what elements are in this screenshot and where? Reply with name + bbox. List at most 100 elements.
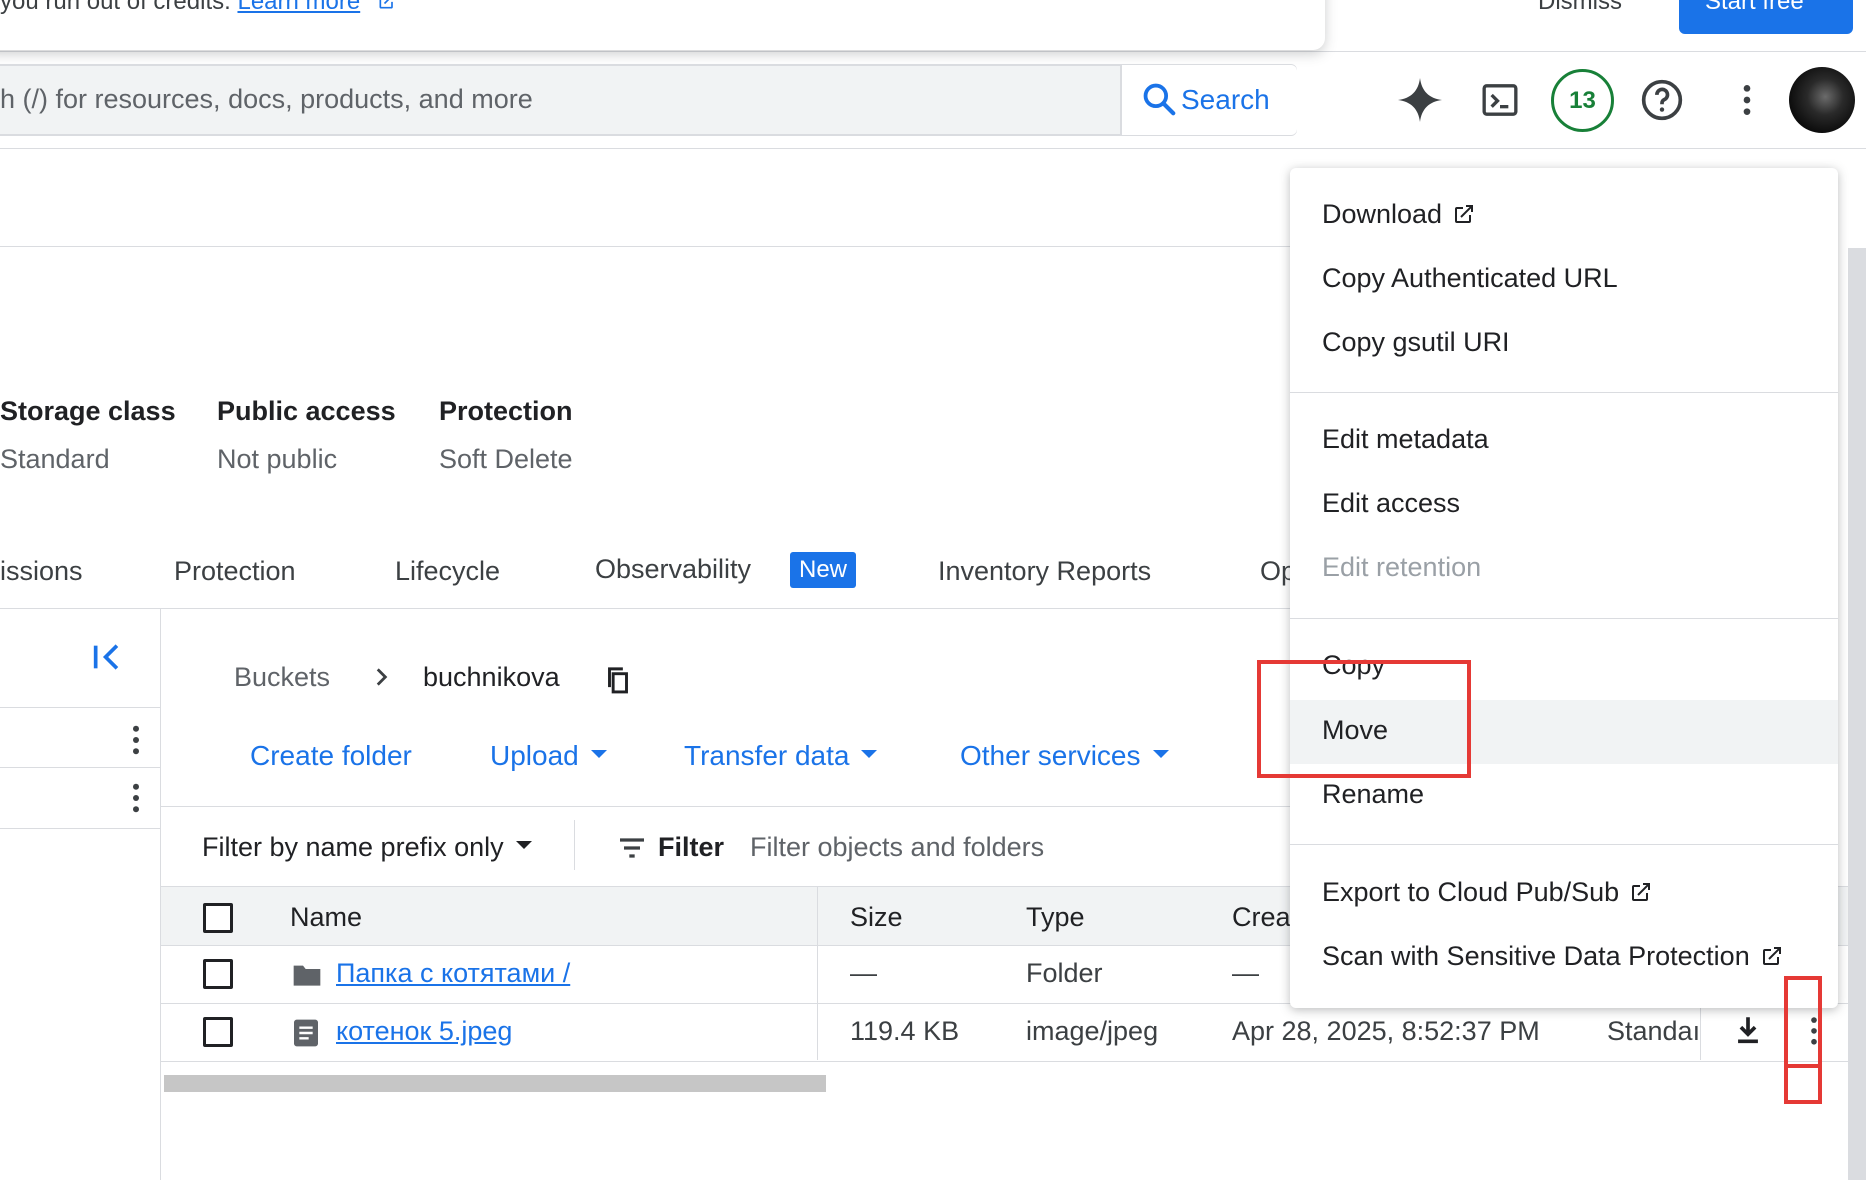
filter-row-divider xyxy=(161,806,1301,807)
create-folder-button[interactable]: Create folder xyxy=(250,740,412,772)
public-access-value: Not public xyxy=(217,444,338,474)
tab-permissions[interactable]: issions xyxy=(0,556,83,587)
header-divider xyxy=(0,148,1866,149)
transfer-label: Transfer data xyxy=(684,740,850,771)
upload-label: Upload xyxy=(490,740,579,771)
menu-item-scan-sdp[interactable]: Scan with Sensitive Data Protection xyxy=(1322,941,1784,972)
horizontal-scrollbar[interactable] xyxy=(164,1075,826,1092)
left-row-divider xyxy=(0,767,160,768)
annotation-box-divider xyxy=(1784,1064,1822,1068)
menu-item-edit-access[interactable]: Edit access xyxy=(1322,488,1460,519)
more-vert-icon[interactable] xyxy=(121,780,151,816)
upload-button[interactable]: Upload xyxy=(490,740,607,772)
open-in-new-icon xyxy=(1632,882,1651,901)
menu-divider xyxy=(1290,392,1838,393)
row-created: — xyxy=(1232,958,1259,988)
tab-inventory-reports[interactable]: Inventory Reports xyxy=(938,556,1151,587)
folder-icon xyxy=(293,965,321,986)
row-checkbox[interactable] xyxy=(203,959,233,989)
column-name-header[interactable]: Name xyxy=(290,902,362,933)
dismiss-button[interactable]: Dismiss xyxy=(1538,0,1622,16)
public-access-label: Public access xyxy=(217,396,396,426)
tab-lifecycle[interactable]: Lifecycle xyxy=(395,556,500,587)
transfer-data-button[interactable]: Transfer data xyxy=(684,740,878,772)
protection-value: Soft Delete xyxy=(439,444,573,474)
tab-protection[interactable]: Protection xyxy=(174,556,296,587)
page-scrollbar[interactable] xyxy=(1848,248,1866,1180)
breadcrumb-buckets[interactable]: Buckets xyxy=(234,662,330,693)
menu-item-download-label: Download xyxy=(1322,199,1443,229)
caret-down-icon xyxy=(590,749,607,758)
gemini-sparkle-icon[interactable] xyxy=(1396,76,1444,124)
filter-separator xyxy=(574,820,575,870)
promo-text: you run out of credits. xyxy=(0,0,231,15)
menu-item-edit-retention: Edit retention xyxy=(1322,552,1482,582)
other-services-label: Other services xyxy=(960,740,1141,771)
tab-observability[interactable]: Observability xyxy=(595,554,751,585)
filter-prefix-dropdown[interactable]: Filter by name prefix only xyxy=(202,832,532,863)
storage-class-label: Storage class xyxy=(0,396,176,426)
menu-item-export-pubsub[interactable]: Export to Cloud Pub/Sub xyxy=(1322,877,1653,908)
caret-down-icon xyxy=(1152,749,1169,758)
caret-down-icon xyxy=(515,840,532,849)
menu-item-copy-authenticated-url[interactable]: Copy Authenticated URL xyxy=(1322,263,1618,294)
more-vert-icon[interactable] xyxy=(1727,80,1767,120)
file-link[interactable]: котенок 5.jpeg xyxy=(336,1016,512,1047)
row-checkbox[interactable] xyxy=(203,1017,233,1047)
search-input[interactable]: h (/) for resources, docs, products, and… xyxy=(0,84,533,115)
filter-list-icon xyxy=(620,838,644,858)
menu-item-export-label: Export to Cloud Pub/Sub xyxy=(1322,877,1620,907)
left-row-divider xyxy=(0,707,160,708)
start-free-button[interactable]: Start free xyxy=(1679,0,1853,34)
column-divider xyxy=(1700,1008,1701,1060)
help-icon[interactable] xyxy=(1640,78,1684,122)
row-divider xyxy=(161,1061,1866,1062)
caret-down-icon xyxy=(861,749,878,758)
more-vert-icon[interactable] xyxy=(121,722,151,758)
new-badge: New xyxy=(790,552,857,588)
column-divider xyxy=(817,887,818,1060)
filter-label[interactable]: Filter xyxy=(658,832,724,863)
search-button-label: Search xyxy=(1181,84,1270,115)
left-row-divider xyxy=(0,828,160,829)
menu-item-rename[interactable]: Rename xyxy=(1322,779,1424,810)
folder-link[interactable]: Папка с котятами / xyxy=(336,958,570,989)
select-all-checkbox[interactable] xyxy=(203,903,233,933)
row-created: Apr 28, 2025, 8:52:37 PM xyxy=(1232,1016,1540,1046)
collapse-panel-icon[interactable] xyxy=(90,640,124,674)
column-created-header[interactable]: Crea xyxy=(1232,902,1291,933)
menu-item-download[interactable]: Download xyxy=(1322,199,1476,230)
open-in-new-icon xyxy=(1455,204,1474,223)
annotation-box-more-button xyxy=(1784,976,1822,1104)
promo-banner-text: you run out of credits. Learn more xyxy=(0,0,397,16)
cloud-shell-icon[interactable] xyxy=(1480,80,1520,120)
tabs-divider xyxy=(0,608,1300,609)
learn-more-link[interactable]: Learn more xyxy=(237,0,360,15)
row-size: — xyxy=(850,958,877,988)
row-size: 119.4 KB xyxy=(850,1016,960,1046)
chevron-right-icon xyxy=(376,668,388,686)
menu-item-edit-metadata[interactable]: Edit metadata xyxy=(1322,424,1489,455)
storage-class-value: Standard xyxy=(0,444,110,474)
open-in-new-icon xyxy=(379,0,393,9)
document-icon xyxy=(294,1019,318,1047)
notifications-badge[interactable]: 13 xyxy=(1551,69,1614,132)
search-icon xyxy=(1143,83,1176,116)
copy-icon[interactable] xyxy=(603,664,633,698)
menu-divider xyxy=(1290,618,1838,619)
annotation-box-move xyxy=(1257,660,1471,778)
filter-prefix-label: Filter by name prefix only xyxy=(202,832,504,862)
other-services-button[interactable]: Other services xyxy=(960,740,1169,772)
breadcrumb-bucket-name: buchnikova xyxy=(423,662,560,692)
avatar[interactable] xyxy=(1789,67,1855,133)
menu-item-copy-gsutil-uri[interactable]: Copy gsutil URI xyxy=(1322,327,1510,358)
filter-input[interactable]: Filter objects and folders xyxy=(750,832,1044,863)
download-icon[interactable] xyxy=(1731,1013,1765,1047)
row-type: image/jpeg xyxy=(1026,1016,1159,1046)
open-in-new-icon xyxy=(1762,946,1781,965)
row-storage-class: Standaı xyxy=(1607,1016,1700,1046)
column-size-header[interactable]: Size xyxy=(850,902,903,933)
column-type-header[interactable]: Type xyxy=(1026,902,1085,933)
section-divider xyxy=(0,246,1290,247)
menu-item-scan-label: Scan with Sensitive Data Protection xyxy=(1322,941,1750,971)
